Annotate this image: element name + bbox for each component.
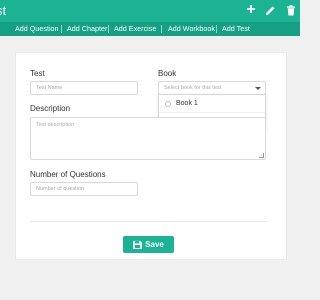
description-placeholder: Test description bbox=[36, 122, 75, 128]
save-button[interactable]: Save bbox=[123, 236, 174, 253]
description-label: Description bbox=[30, 104, 71, 113]
num-questions-placeholder: Number of question bbox=[36, 186, 84, 192]
description-textarea[interactable]: Test description bbox=[30, 117, 266, 160]
test-name-input[interactable]: Test Name bbox=[30, 81, 138, 95]
radio-icon bbox=[165, 101, 171, 107]
nav-add-question[interactable]: Add Question bbox=[15, 22, 59, 36]
nav-add-exercise[interactable]: Add Exercise bbox=[114, 22, 156, 36]
book-option-label: Book 1 bbox=[176, 100, 198, 107]
sub-navigation: Add Question Add Chapter Add Exercise Ad… bbox=[0, 22, 300, 36]
resize-handle-icon[interactable] bbox=[259, 153, 264, 158]
book-label: Book bbox=[158, 69, 177, 78]
num-questions-input[interactable]: Number of question bbox=[30, 182, 138, 196]
plus-icon[interactable]: + bbox=[244, 2, 258, 18]
top-bar: st + bbox=[0, 0, 300, 22]
nav-separator bbox=[108, 25, 109, 33]
form-divider bbox=[30, 221, 268, 222]
save-button-label: Save bbox=[145, 240, 164, 249]
nav-separator bbox=[161, 25, 162, 33]
nav-add-test[interactable]: Add Test bbox=[222, 22, 250, 36]
nav-separator bbox=[216, 25, 217, 33]
test-label: Test bbox=[30, 69, 45, 78]
num-questions-label: Number of Questions bbox=[30, 170, 106, 179]
book-select[interactable]: Select book for this test bbox=[158, 81, 266, 95]
caret-down-icon bbox=[255, 87, 261, 90]
save-icon bbox=[133, 240, 143, 249]
nav-add-chapter[interactable]: Add Chapter bbox=[67, 22, 107, 36]
book-option[interactable]: Book 1 bbox=[159, 95, 265, 112]
nav-separator bbox=[61, 25, 62, 33]
nav-add-workbook[interactable]: Add Workbook bbox=[168, 22, 215, 36]
page-title: st bbox=[0, 3, 7, 18]
trash-icon[interactable] bbox=[284, 3, 298, 17]
test-name-placeholder: Test Name bbox=[36, 85, 63, 91]
pencil-icon[interactable] bbox=[263, 3, 277, 17]
